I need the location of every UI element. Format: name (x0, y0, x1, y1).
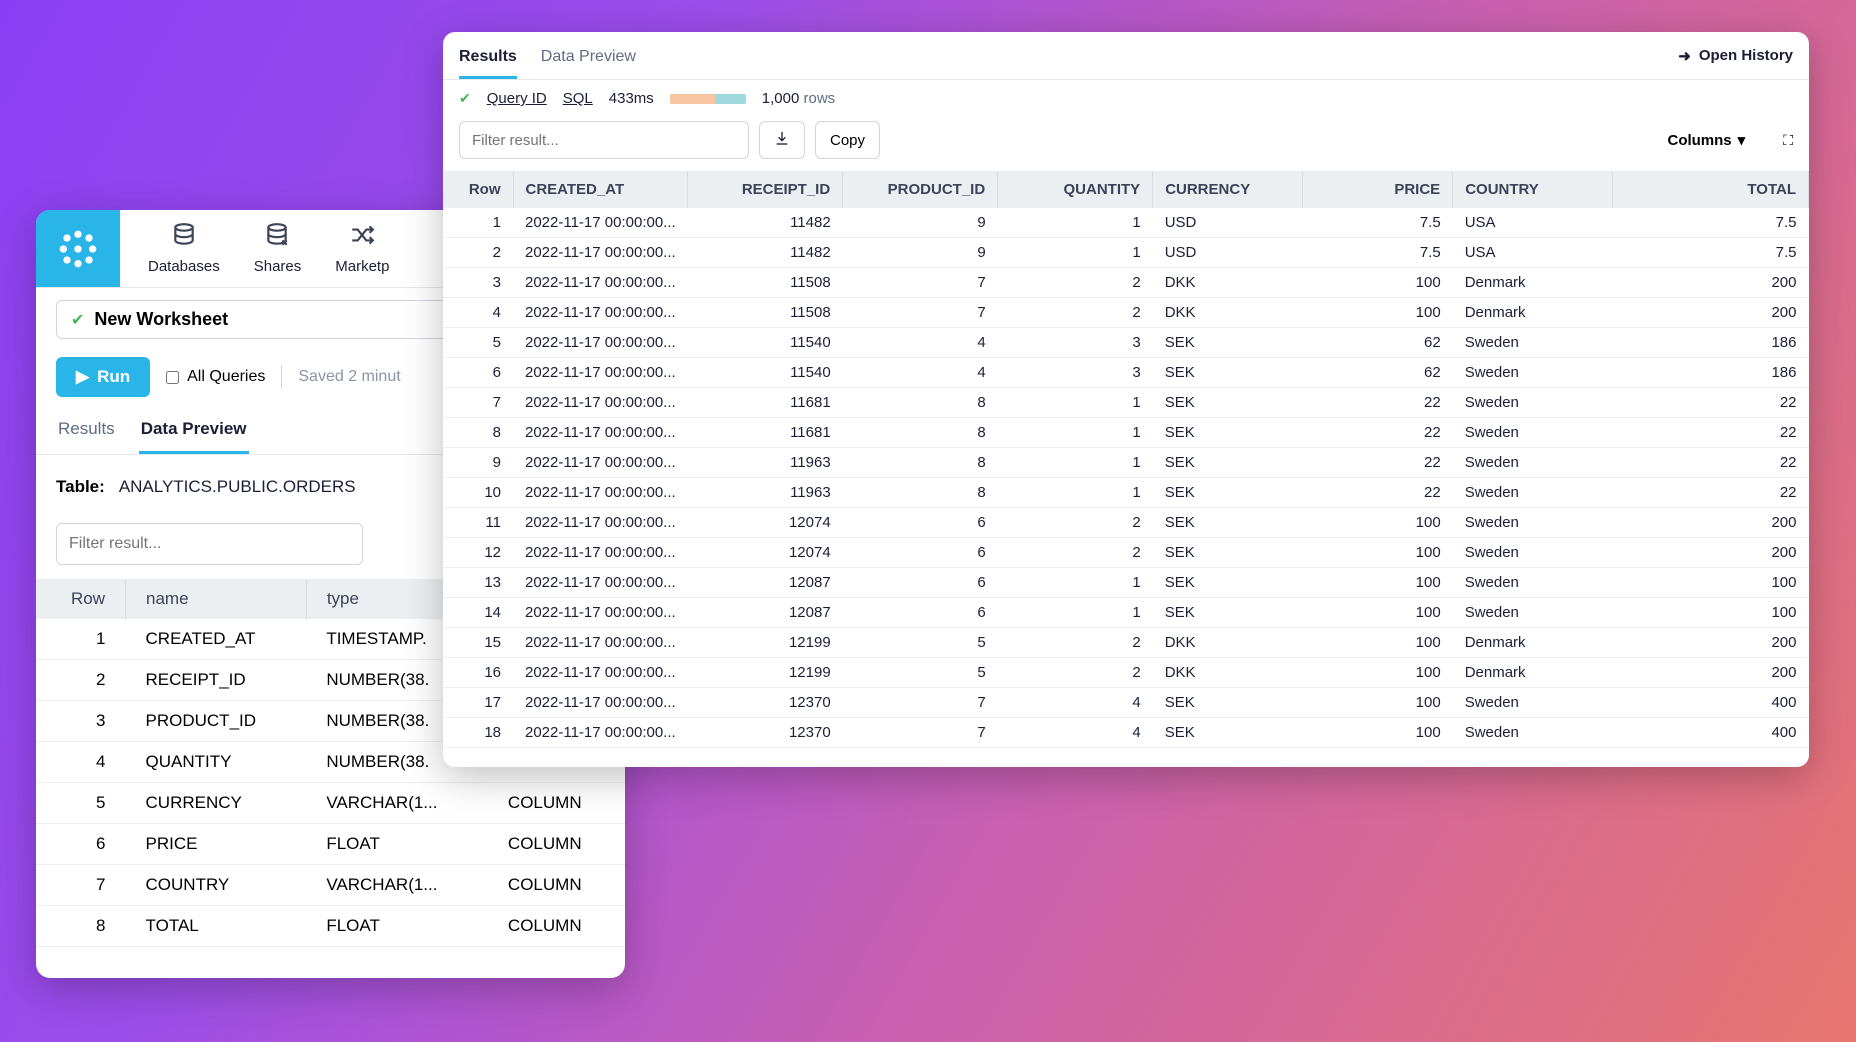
nav-marketplace[interactable]: Marketp (335, 222, 389, 275)
col-row[interactable]: Row (443, 171, 513, 208)
table-row[interactable]: 102022-11-17 00:00:00...1196381SEK22Swed… (443, 478, 1809, 508)
results-tabs: Results Data Preview ➜ Open History (443, 32, 1809, 80)
tab-data-preview[interactable]: Data Preview (139, 411, 249, 454)
copy-button[interactable]: Copy (815, 121, 880, 159)
table-row[interactable]: 122022-11-17 00:00:00...1207462SEK100Swe… (443, 538, 1809, 568)
download-icon (774, 130, 790, 150)
col-receipt-id[interactable]: RECEIPT_ID (688, 171, 843, 208)
table-row[interactable]: 82022-11-17 00:00:00...1168181SEK22Swede… (443, 418, 1809, 448)
shares-icon (264, 222, 290, 254)
columns-dropdown[interactable]: Columns ▾ (1667, 131, 1745, 149)
nav-shares[interactable]: Shares (254, 222, 302, 275)
col-country[interactable]: COUNTRY (1453, 171, 1613, 208)
nav-databases-label: Databases (148, 258, 220, 275)
database-icon (171, 222, 197, 254)
results-filter-input[interactable] (459, 121, 749, 159)
table-row[interactable]: 142022-11-17 00:00:00...1208761SEK100Swe… (443, 598, 1809, 628)
status-check-icon: ✔ (459, 90, 471, 107)
nav-databases[interactable]: Databases (148, 222, 220, 275)
open-history-label: Open History (1699, 47, 1793, 64)
col-currency[interactable]: CURRENCY (1153, 171, 1303, 208)
schema-row[interactable]: 7COUNTRYVARCHAR(1...COLUMN (36, 865, 625, 906)
query-status-row: ✔ Query ID SQL 433ms 1,000 rows (443, 80, 1809, 117)
check-icon: ✔ (71, 310, 84, 330)
snowflake-icon (56, 227, 100, 271)
open-history-button[interactable]: ➜ Open History (1678, 47, 1793, 75)
play-icon: ▶ (76, 367, 89, 387)
table-row[interactable]: 62022-11-17 00:00:00...1154043SEK62Swede… (443, 358, 1809, 388)
columns-label: Columns (1667, 132, 1731, 149)
download-button[interactable] (759, 121, 805, 159)
table-row[interactable]: 92022-11-17 00:00:00...1196381SEK22Swede… (443, 448, 1809, 478)
all-queries-checkbox[interactable]: All Queries (166, 368, 265, 386)
run-label: Run (97, 367, 130, 387)
table-row[interactable]: 72022-11-17 00:00:00...1168181SEK22Swede… (443, 388, 1809, 418)
tab-data-preview-main[interactable]: Data Preview (541, 42, 636, 79)
separator (281, 365, 282, 389)
table-row[interactable]: 182022-11-17 00:00:00...1237074SEK100Swe… (443, 718, 1809, 748)
col-price[interactable]: PRICE (1303, 171, 1453, 208)
tab-results-main[interactable]: Results (459, 42, 517, 79)
table-row[interactable]: 132022-11-17 00:00:00...1208761SEK100Swe… (443, 568, 1809, 598)
table-row[interactable]: 22022-11-17 00:00:00...1148291USD7.5USA7… (443, 238, 1809, 268)
shuffle-icon (349, 222, 375, 254)
query-time: 433ms (609, 90, 654, 107)
schema-header-name[interactable]: name (126, 579, 307, 619)
history-arrow-icon: ➜ (1678, 47, 1691, 65)
table-row[interactable]: 152022-11-17 00:00:00...1219952DKK100Den… (443, 628, 1809, 658)
table-row[interactable]: 162022-11-17 00:00:00...1219952DKK100Den… (443, 658, 1809, 688)
results-controls: Copy Columns ▾ ⛶ (443, 117, 1809, 171)
schema-row[interactable]: 8TOTALFLOATCOLUMN (36, 906, 625, 947)
query-id-link[interactable]: Query ID (487, 90, 547, 107)
table-row[interactable]: 12022-11-17 00:00:00...1148291USD7.5USA7… (443, 208, 1809, 238)
nav-shares-label: Shares (254, 258, 302, 275)
table-row[interactable]: 172022-11-17 00:00:00...1237074SEK100Swe… (443, 688, 1809, 718)
saved-indicator: Saved 2 minut (298, 368, 400, 386)
sql-link[interactable]: SQL (563, 90, 593, 107)
col-created-at[interactable]: CREATED_AT (513, 171, 688, 208)
chevron-down-icon: ▾ (1738, 131, 1746, 149)
run-button[interactable]: ▶ Run (56, 357, 150, 397)
all-queries-label: All Queries (187, 368, 265, 386)
table-label: Table: (56, 477, 105, 497)
col-quantity[interactable]: QUANTITY (998, 171, 1153, 208)
results-table-wrap[interactable]: Row CREATED_AT RECEIPT_ID PRODUCT_ID QUA… (443, 171, 1809, 767)
nav-marketplace-label: Marketp (335, 258, 389, 275)
tab-results[interactable]: Results (56, 411, 117, 454)
query-time-bar (670, 94, 746, 104)
schema-filter-input[interactable] (56, 523, 363, 565)
row-count: 1,000 rows (762, 90, 835, 107)
schema-header-row[interactable]: Row (36, 579, 126, 619)
results-panel: Results Data Preview ➜ Open History ✔ Qu… (443, 32, 1809, 767)
worksheet-title-button[interactable]: ✔ New Worksheet (56, 300, 509, 339)
schema-row[interactable]: 6PRICEFLOATCOLUMN (36, 824, 625, 865)
table-row[interactable]: 42022-11-17 00:00:00...1150872DKK100Denm… (443, 298, 1809, 328)
table-row[interactable]: 52022-11-17 00:00:00...1154043SEK62Swede… (443, 328, 1809, 358)
table-row[interactable]: 112022-11-17 00:00:00...1207462SEK100Swe… (443, 508, 1809, 538)
expand-button[interactable]: ⛶ (1783, 132, 1793, 149)
col-total[interactable]: TOTAL (1613, 171, 1809, 208)
all-queries-input[interactable] (166, 371, 179, 384)
col-product-id[interactable]: PRODUCT_ID (843, 171, 998, 208)
snowflake-logo[interactable] (36, 210, 120, 287)
table-row[interactable]: 32022-11-17 00:00:00...1150872DKK100Denm… (443, 268, 1809, 298)
worksheet-title: New Worksheet (94, 309, 228, 330)
schema-row[interactable]: 5CURRENCYVARCHAR(1...COLUMN (36, 783, 625, 824)
results-table: Row CREATED_AT RECEIPT_ID PRODUCT_ID QUA… (443, 171, 1809, 748)
